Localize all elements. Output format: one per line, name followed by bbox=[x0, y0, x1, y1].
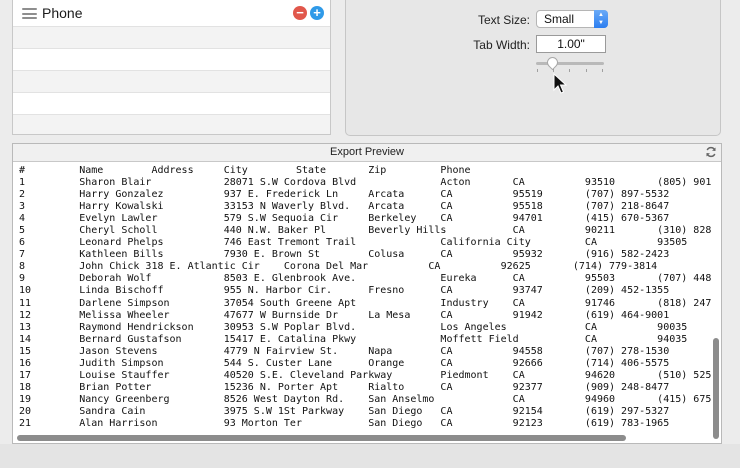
field-row-phone[interactable]: Phone − + bbox=[13, 0, 330, 27]
export-preview-text: # Name Address City State Zip Phone 1 Sh… bbox=[19, 165, 711, 441]
preview-line: 5 Cheryl Scholl 440 N.W. Baker Pl Beverl… bbox=[19, 225, 711, 237]
empty-row bbox=[13, 49, 330, 71]
empty-row bbox=[13, 115, 330, 134]
text-size-select[interactable]: Small ▲ ▼ bbox=[536, 10, 608, 28]
field-list: Phone − + bbox=[12, 0, 331, 135]
remove-field-icon[interactable]: − bbox=[293, 6, 307, 20]
preview-line: 13 Raymond Hendrickson 30953 S.W Poplar … bbox=[19, 321, 688, 333]
preview-line: # Name Address City State Zip Phone bbox=[19, 165, 471, 176]
preview-line: 7 Kathleen Bills 7930 E. Brown St Colusa… bbox=[19, 249, 670, 261]
preview-line: 10 Linda Bischoff 955 N. Harbor Cir. Fre… bbox=[19, 285, 670, 297]
export-preview-panel: Export Preview # Name Address City State… bbox=[12, 143, 722, 444]
text-size-label: Text Size: bbox=[477, 13, 530, 27]
tab-width-input[interactable]: 1.00" bbox=[536, 35, 606, 53]
bottom-bar bbox=[0, 444, 740, 468]
preview-line: 17 Louise Stauffer 40520 S.E. Cleveland … bbox=[19, 369, 711, 381]
text-size-value: Small bbox=[544, 12, 575, 26]
preview-line: 16 Judith Simpson 544 S. Custer Lane Ora… bbox=[19, 357, 670, 369]
preview-line: 4 Evelyn Lawler 579 S.W Sequoia Cir Berk… bbox=[19, 213, 670, 225]
export-preview-header: Export Preview bbox=[13, 144, 721, 162]
refresh-icon[interactable] bbox=[705, 146, 717, 158]
vertical-scrollbar[interactable] bbox=[713, 338, 719, 439]
preview-line: 18 Brian Potter 15236 N. Porter Apt Rial… bbox=[19, 381, 670, 393]
preview-line: 20 Sandra Cain 3975 S.W 1St Parkway San … bbox=[19, 405, 670, 417]
horizontal-scrollbar[interactable] bbox=[17, 435, 626, 441]
preview-line: 3 Harry Kowalski 33153 N Waverly Blvd. A… bbox=[19, 201, 670, 213]
chevron-up-down-icon[interactable]: ▲ ▼ bbox=[594, 10, 608, 28]
slider-tick bbox=[586, 69, 587, 72]
settings-panel: Text Size: Small ▲ ▼ Tab Width: 1.00" bbox=[345, 0, 721, 136]
preview-line: 21 Alan Harrison 93 Morton Ter San Diego… bbox=[19, 417, 670, 429]
preview-line: 9 Deborah Wolf 8503 E. Glenbrook Ave. Eu… bbox=[19, 273, 711, 285]
export-preview-title: Export Preview bbox=[330, 146, 404, 158]
preview-line: 1 Sharon Blair 28071 S.W Cordova Blvd Ac… bbox=[19, 177, 711, 189]
slider-tick bbox=[537, 69, 538, 72]
preview-line: 2 Harry Gonzalez 937 E. Frederick Ln Arc… bbox=[19, 189, 670, 201]
empty-row bbox=[13, 71, 330, 93]
slider-tick bbox=[569, 69, 570, 72]
slider-thumb[interactable] bbox=[544, 54, 561, 71]
preview-line: 15 Jason Stevens 4779 N Fairview St. Nap… bbox=[19, 345, 670, 357]
slider-tick bbox=[602, 69, 603, 72]
preview-line: 8 John Chick 318 E. Atlantic Cir Corona … bbox=[19, 261, 658, 273]
empty-row bbox=[13, 93, 330, 115]
preview-line: 14 Bernard Gustafson 15417 E. Catalina P… bbox=[19, 333, 688, 345]
tab-width-label: Tab Width: bbox=[473, 38, 530, 52]
preview-line: 11 Darlene Simpson 37054 South Greene Ap… bbox=[19, 297, 711, 309]
preview-line: 6 Leonard Phelps 746 East Tremont Trail … bbox=[19, 237, 688, 249]
preview-line: 12 Melissa Wheeler 47677 W Burnside Dr L… bbox=[19, 309, 670, 321]
slider-tick bbox=[553, 69, 554, 72]
mouse-cursor-icon bbox=[553, 73, 567, 94]
field-label: Phone bbox=[42, 5, 83, 21]
empty-row bbox=[13, 27, 330, 49]
preview-line: 19 Nancy Greenberg 8526 West Dayton Rd. … bbox=[19, 393, 711, 405]
drag-handle-icon[interactable] bbox=[22, 8, 37, 19]
add-field-icon[interactable]: + bbox=[310, 6, 324, 20]
